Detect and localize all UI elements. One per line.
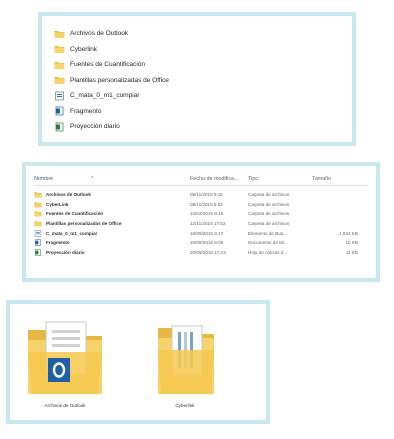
column-header-type[interactable]: Tipo [248, 176, 312, 182]
list-view-items: Archivos de Outlook Cyberlink Fuentes de… [54, 26, 352, 135]
column-header-name[interactable]: Nombre ^ [34, 176, 190, 182]
list-item[interactable]: C_mata_0_m1_compiar [54, 88, 352, 104]
row-size: 15 KB [345, 240, 358, 246]
table-row[interactable]: Fragmento 20/09/2015 9:08 Documento de M… [34, 238, 368, 248]
list-item-label: Archivos de Outlook [70, 30, 129, 38]
row-name: Archivos de Outlook [46, 192, 91, 198]
row-date: 12/11/2015 17:53 [190, 221, 226, 227]
list-item[interactable]: Fuentes de Cuantificación [54, 57, 352, 73]
list-item[interactable]: Plantillas personalizadas de Office [54, 73, 352, 89]
list-item-label: Cyberlink [70, 45, 98, 53]
row-type: Carpeta de archivos [248, 211, 290, 217]
table-row[interactable]: Archivos de Outlook 08/11/2015 9:15 Carp… [34, 190, 368, 200]
sort-arrow-icon: ^ [91, 175, 94, 182]
row-type: Carpeta de archivos [248, 201, 290, 207]
list-view-panel: Archivos de Outlook Cyberlink Fuentes de… [38, 12, 356, 146]
column-header-size[interactable]: Tamaño [312, 176, 366, 182]
folder-icon [34, 221, 42, 227]
row-name: Proyección diario [46, 249, 85, 255]
folder-icon [54, 46, 65, 54]
large-icon-item[interactable]: Cyberlink [140, 318, 230, 408]
row-date: 20/09/2015 17:23 [190, 249, 226, 255]
row-name: Fragmento [46, 240, 70, 246]
list-item-label: C_mata_0_m1_compiar [70, 92, 140, 100]
large-icon-label: Archivos de Outlook [44, 403, 86, 408]
shortcut-icon [34, 230, 42, 237]
row-date: 08/11/2015 9:15 [190, 192, 223, 198]
folder-icon [54, 30, 65, 38]
row-type: Carpeta de archivos [248, 221, 290, 227]
table-row[interactable]: Plantillas personalizadas de Office 12/1… [34, 219, 368, 229]
document-icon [35, 239, 41, 246]
folder-icon [34, 202, 42, 208]
large-icon-item[interactable]: Archivos de Outlook [20, 318, 110, 408]
table-row[interactable]: CyberLink 08/11/2015 9:52 Carpeta de arc… [34, 200, 368, 210]
outlook-folder-icon [28, 321, 102, 394]
row-name: Fuentes de Cuantificación [46, 211, 104, 217]
details-rows: Archivos de Outlook 08/11/2015 9:15 Carp… [34, 190, 368, 257]
row-date: 18/09/2015 9:17 [190, 230, 224, 236]
row-name: CyberLink [46, 201, 69, 207]
row-type: Carpeta de archivos [248, 192, 290, 198]
column-header-date[interactable]: Fecha de modifica... [190, 176, 248, 182]
table-row[interactable]: Proyección diario 20/09/2015 17:23 Hoja … [34, 248, 368, 258]
row-type: Elemento de Bus... [248, 230, 287, 236]
row-size: 1.824 KB [339, 230, 358, 236]
folder-icon [54, 77, 65, 85]
large-icon-label: Cyberlink [175, 403, 195, 408]
large-icons-panel: Archivos de Outlook Cyberlink [6, 300, 270, 424]
row-type: Hoja de cálculo d... [248, 249, 288, 255]
row-name: Plantillas personalizadas de Office [46, 221, 122, 227]
shortcut-icon [55, 91, 64, 101]
list-item[interactable]: Archivos de Outlook [54, 26, 352, 42]
list-item[interactable]: Proyección diario [54, 119, 352, 135]
list-item-label: Fragmento [70, 107, 102, 115]
spreadsheet-icon [55, 122, 64, 132]
list-item-label: Plantillas personalizadas de Office [70, 76, 169, 84]
row-type: Documento de Mi... [248, 240, 288, 246]
spreadsheet-icon [35, 249, 41, 256]
folder-icon [34, 211, 42, 217]
document-icon [55, 106, 64, 116]
list-item-label: Proyección diario [70, 123, 120, 131]
list-item-label: Fuentes de Cuantificación [70, 61, 145, 69]
documents-folder-icon [158, 325, 214, 394]
details-header: Nombre ^ Fecha de modifica... Tipo Tamañ… [34, 172, 368, 186]
row-size: 11 KB [345, 249, 358, 255]
row-name: C_mata_0_m1_compiar [46, 230, 98, 236]
table-row[interactable]: Fuentes de Cuantificación 10/02/2015 9:1… [34, 209, 368, 219]
folder-icon [34, 192, 42, 198]
list-item[interactable]: Cyberlink [54, 42, 352, 58]
list-item[interactable]: Fragmento [54, 104, 352, 120]
row-date: 20/09/2015 9:08 [190, 240, 224, 246]
row-date: 10/02/2015 9:16 [190, 211, 224, 217]
folder-icon [54, 61, 65, 69]
row-date: 08/11/2015 9:52 [190, 201, 223, 207]
table-row[interactable]: C_mata_0_m1_compiar 18/09/2015 9:17 Elem… [34, 228, 368, 238]
details-view-panel: Nombre ^ Fecha de modifica... Tipo Tamañ… [22, 162, 380, 282]
